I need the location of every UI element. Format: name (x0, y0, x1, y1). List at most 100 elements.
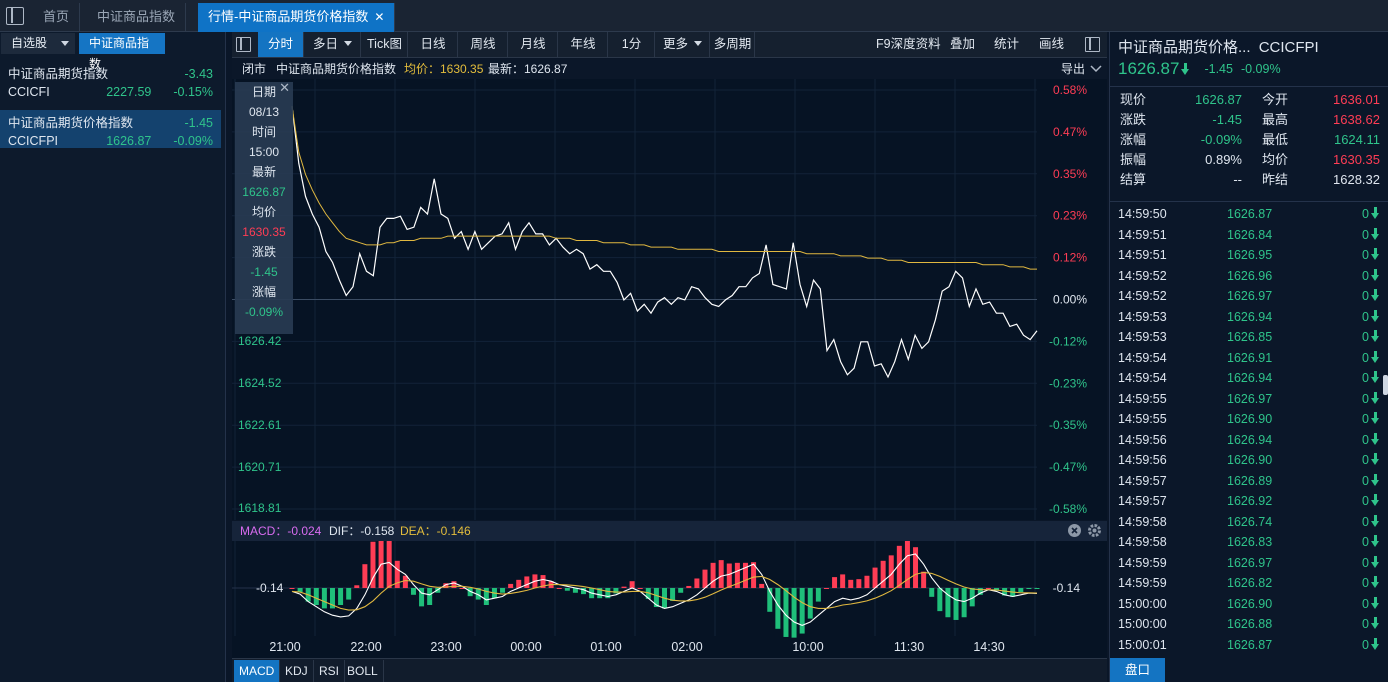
quote-value: 1636.01 (1333, 92, 1380, 107)
tab-more[interactable]: 更多 (656, 32, 710, 57)
tick-price: 1626.90 (1227, 596, 1273, 611)
tab-yearly[interactable]: 年线 (559, 32, 608, 57)
tip-chg: -1.45 (250, 265, 278, 279)
tab-rsi[interactable]: RSI (314, 660, 346, 682)
quote-label: 最高 (1262, 112, 1289, 127)
panel-toggle-icon[interactable] (1085, 37, 1100, 52)
tab-monthly[interactable]: 月线 (509, 32, 558, 57)
tick-row: 14:59:53 1626.85 0 (1118, 327, 1380, 348)
tick-row: 14:59:56 1626.94 0 (1118, 430, 1380, 451)
tick-time: 14:59:59 (1118, 576, 1167, 590)
tick-volume: 0 (1362, 309, 1369, 324)
quote-price-row: 1626.87 -1.45 -0.09% (1118, 59, 1281, 79)
macd-y-label-right: -0.14 (1053, 581, 1081, 595)
tab-home[interactable]: 首页 (33, 3, 81, 32)
macd-chart-svg: -0.14 -0.14 21:00 22:00 23:00 00:00 01:00 02:00… (232, 530, 1081, 654)
draw-line-button[interactable]: 画线 (1039, 32, 1064, 57)
tab-macd[interactable]: MACD (234, 660, 281, 682)
tab-1min[interactable]: 1分 (609, 32, 655, 57)
chevron-down-icon[interactable] (61, 41, 69, 46)
scrollbar[interactable] (1383, 375, 1388, 395)
price-value: 1626.87 (106, 134, 152, 148)
tab-label: 多周期 (713, 37, 752, 51)
close-icon[interactable]: ✕ (374, 10, 384, 24)
chevron-down-icon[interactable] (694, 41, 702, 46)
y-tick-label-right: 0.23% (1053, 209, 1087, 223)
macd-bar (694, 578, 700, 588)
window-layout-icon[interactable] (6, 7, 24, 25)
export-button[interactable]: 导出 (1061, 59, 1085, 79)
tick-time: 15:00:00 (1118, 617, 1167, 631)
chevron-down-icon[interactable] (344, 41, 352, 46)
tab-multi-day[interactable]: 多日 (305, 32, 361, 57)
macd-bar (1018, 588, 1024, 593)
tab-watchlist[interactable]: 自选股 (1, 33, 75, 54)
tab-weekly[interactable]: 周线 (459, 32, 508, 57)
tick-row: 14:59:59 1626.82 0 (1118, 573, 1380, 594)
avg-price-label: 均价：1630.35 (404, 62, 484, 76)
macd-bar (637, 588, 643, 589)
tab-tick[interactable]: Tick图 (362, 32, 408, 57)
tick-time: 14:59:59 (1118, 555, 1167, 570)
tick-price: 1626.88 (1227, 617, 1273, 631)
tab-label: 周线 (470, 37, 496, 51)
tab-label: 月线 (520, 37, 546, 51)
tick-price: 1626.89 (1227, 473, 1273, 488)
quote-value: -- (1233, 172, 1242, 187)
chart-toolbar: 分时 多日 Tick图 日线 周线 月线 年线 1分 更多 多周期 F9深度资料… (232, 32, 1107, 58)
tick-price: 1626.87 (1227, 637, 1273, 652)
tab-quote-active[interactable]: 行情-中证商品期货价格指数 ✕ (198, 3, 396, 32)
tick-volume: 0 (1362, 207, 1369, 221)
tab-csi-commodity-index[interactable]: 中证商品指数 (87, 3, 187, 32)
list-item-selected[interactable]: 中证商品期货价格指数 -1.45 CCICFPI 1626.87 -0.09% (0, 110, 221, 148)
quote-value: 1638.62 (1333, 112, 1380, 127)
macd-chart[interactable]: -0.14 -0.14 21:00 22:00 23:00 00:00 01:00 02:00… (232, 530, 1107, 658)
f9-research-button[interactable]: F9深度资料 (876, 32, 941, 57)
arrow-down-icon (1181, 63, 1190, 75)
instrument-title: 中证商品期货价格... (1118, 39, 1251, 56)
tick-list[interactable]: 14:59:50 1626.87 0 14:59:51 1626.84 0 14:59:51… (1118, 204, 1380, 655)
y-tick-label-right: -0.35% (1049, 418, 1087, 432)
tab-order-book[interactable]: 盘口 (1110, 658, 1165, 682)
y-tick-label-left: 1618.81 (238, 501, 282, 515)
close-icon[interactable]: ✕ (279, 80, 290, 96)
x-tick-label: 11:30 (894, 640, 924, 654)
tick-row: 14:59:55 1626.90 0 (1118, 409, 1380, 430)
tick-volume: 0 (1362, 617, 1369, 631)
instrument-name: 中证商品期货指数 (8, 67, 109, 81)
overlay-button[interactable]: 叠加 (950, 32, 975, 57)
instrument-name: 中证商品期货价格指数 (8, 116, 134, 130)
quote-label: 现价 (1120, 92, 1147, 107)
list-item[interactable]: 中证商品期货指数 -3.43 CCICFI 2227.59 -0.15% (0, 61, 221, 99)
intraday-chart[interactable]: 0.58% 0.47% 0.35% 0.23% 0.12% 0.00% -0.12% -0.2… (232, 79, 1107, 520)
statistics-button[interactable]: 统计 (994, 32, 1019, 57)
tick-price: 1626.92 (1227, 494, 1273, 508)
tab-csi-commodity[interactable]: 中证商品指数 (79, 33, 165, 71)
average-price-line (291, 106, 1037, 270)
tab-multi-period[interactable]: 多周期 (711, 32, 755, 57)
macd-bar (678, 588, 684, 593)
macd-bar (921, 571, 927, 588)
macd-bar (726, 563, 732, 588)
macd-bar (880, 560, 886, 588)
arrow-down-icon (1371, 309, 1380, 322)
tab-daily[interactable]: 日线 (409, 32, 458, 57)
tick-volume: 0 (1362, 350, 1369, 365)
tab-boll[interactable]: BOLL (342, 660, 384, 682)
panel-toggle-icon[interactable] (236, 37, 251, 52)
top-tab-bar: 首页 中证商品指数 行情-中证商品期货价格指数 ✕ (0, 0, 1388, 32)
tick-volume: 0 (1362, 227, 1369, 242)
tick-time: 14:59:55 (1118, 391, 1167, 406)
macd-bar (354, 585, 360, 588)
macd-bar (556, 588, 562, 589)
tab-label: 首页 (43, 9, 70, 24)
tab-intraday[interactable]: 分时 (258, 32, 304, 57)
tab-label: 年线 (570, 37, 596, 51)
y-tick-label-left: 1620.71 (238, 460, 282, 474)
tab-kdj[interactable]: KDJ (280, 660, 314, 682)
tip-avg: 1630.35 (242, 225, 286, 239)
quote-label: 涨幅 (1120, 132, 1147, 147)
quote-row: 涨跌 -1.45 最高 1638.62 (1118, 110, 1380, 130)
arrow-down-icon (1371, 637, 1380, 650)
tick-volume: 0 (1362, 371, 1369, 385)
